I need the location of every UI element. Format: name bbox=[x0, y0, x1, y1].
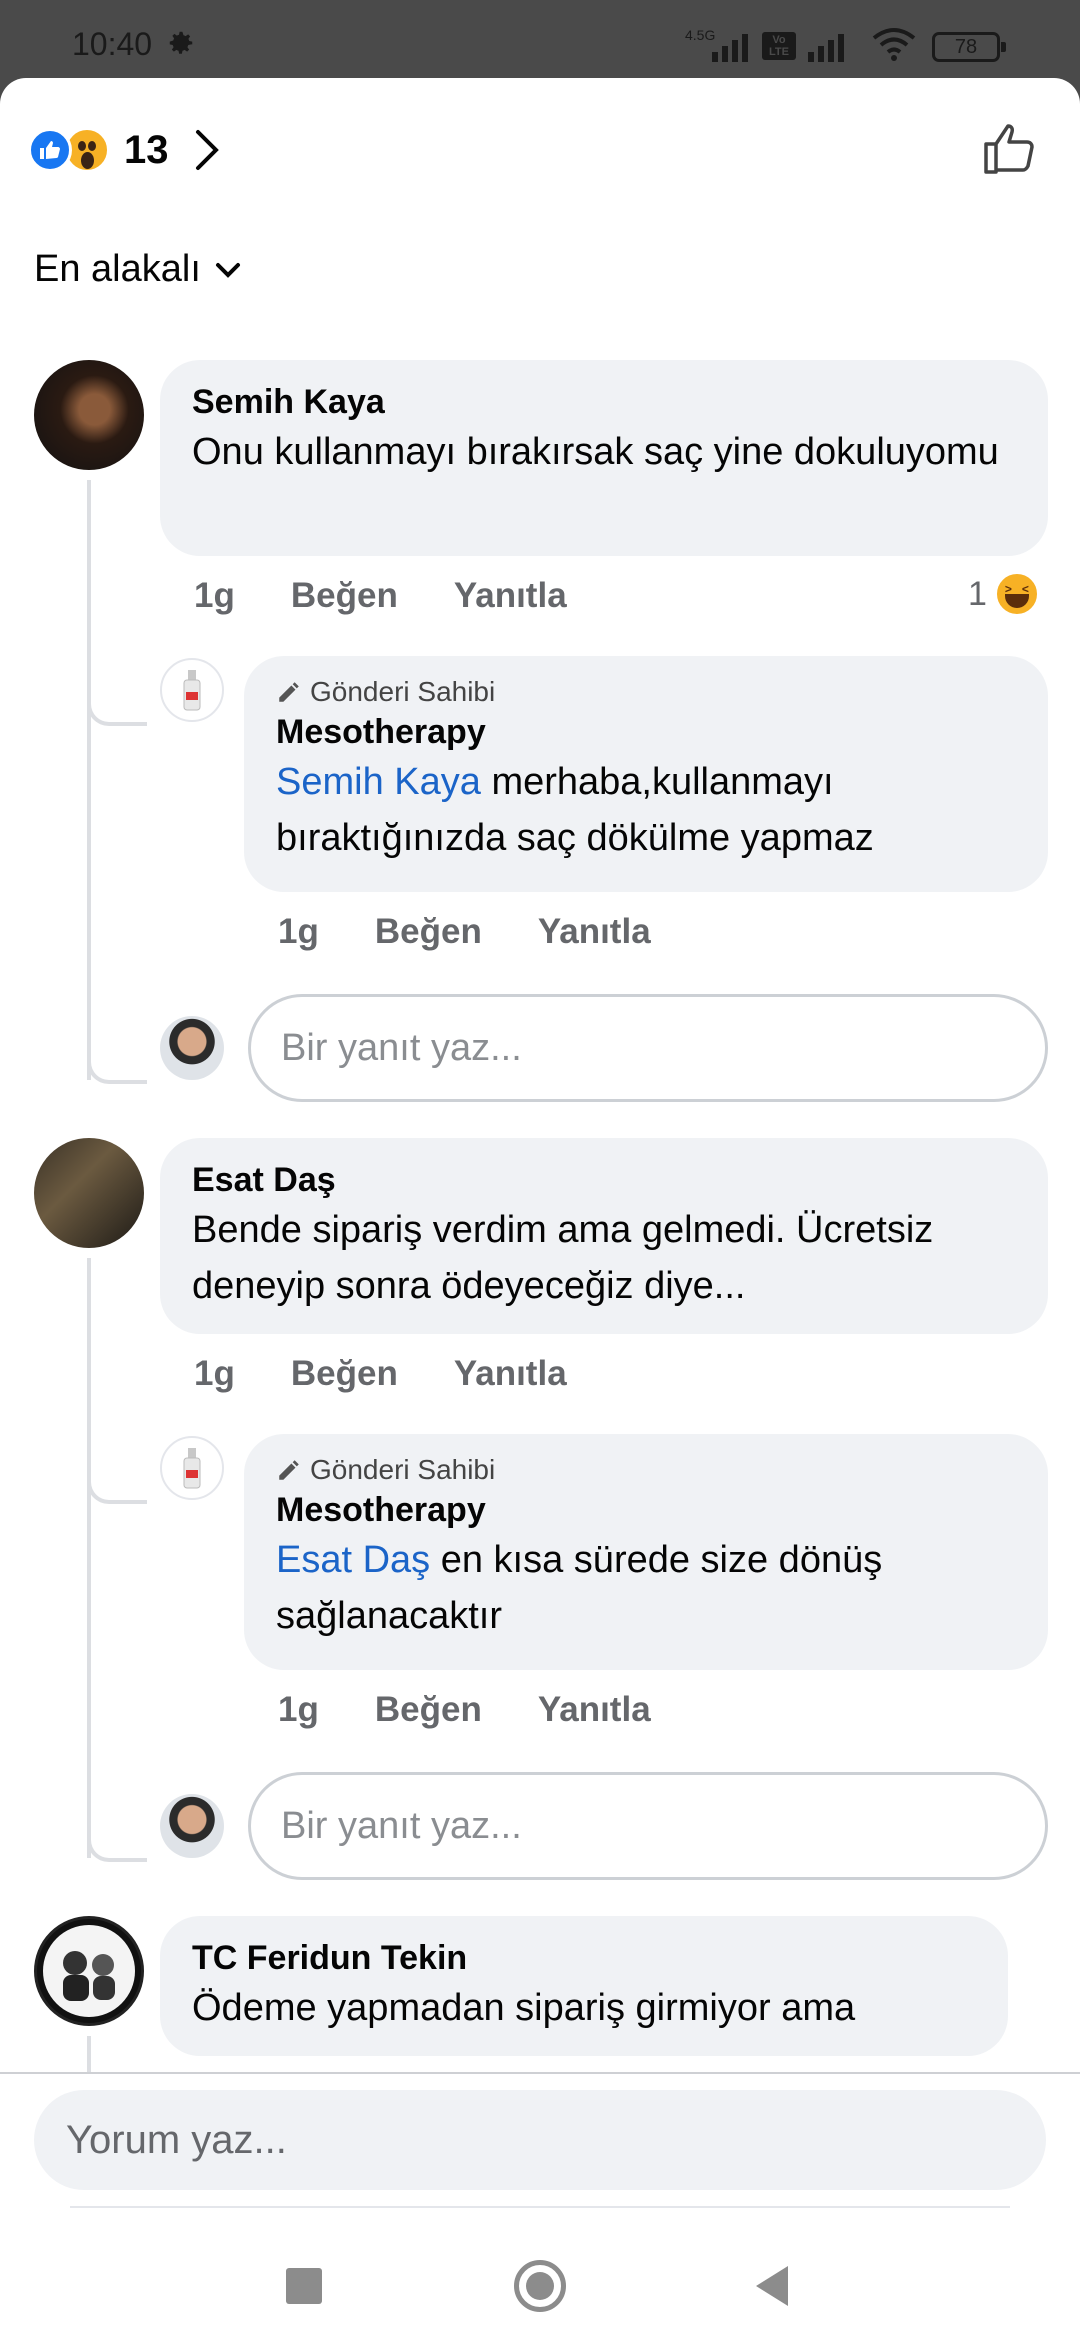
reply-actions: 1g Beğen Yanıtla bbox=[278, 912, 707, 952]
network-type-label: 4.5G bbox=[685, 27, 716, 43]
battery-icon: 78 bbox=[932, 32, 1006, 62]
reply-link[interactable]: Yanıtla bbox=[454, 1354, 567, 1394]
comment-actions: 1g Beğen Yanıtla bbox=[194, 576, 623, 616]
sort-dropdown[interactable]: En alakalı bbox=[34, 248, 241, 291]
avatar[interactable] bbox=[34, 1916, 144, 2026]
comment-author[interactable]: TC Feridun Tekin bbox=[192, 1936, 976, 1980]
owner-badge-label: Gönderi Sahibi bbox=[310, 676, 496, 707]
signal-icon bbox=[808, 30, 844, 62]
reactions-summary[interactable]: 13 bbox=[28, 120, 221, 180]
comment-actions: 1g Beğen Yanıtla bbox=[194, 1354, 623, 1394]
reply-link[interactable]: Yanıtla bbox=[538, 1690, 651, 1730]
reply-bubble[interactable]: Gönderi Sahibi Mesotherapy Esat Daş en k… bbox=[244, 1434, 1048, 1670]
composer-bar: Yorum yaz... bbox=[0, 2072, 1080, 2340]
page-avatar[interactable] bbox=[160, 1436, 224, 1500]
thread-branch bbox=[87, 1816, 147, 1862]
owner-badge: Gönderi Sahibi bbox=[276, 1452, 1016, 1488]
like-link[interactable]: Beğen bbox=[291, 1354, 398, 1394]
reply-input[interactable]: Bir yanıt yaz... bbox=[248, 1772, 1048, 1880]
volte-badge: Vo LTE bbox=[762, 32, 796, 60]
recent-apps-button[interactable] bbox=[286, 2268, 322, 2304]
status-bar: 10:40 4.5G Vo LTE 78 bbox=[0, 0, 1080, 78]
reply-author[interactable]: Mesotherapy bbox=[276, 1488, 1016, 1532]
avatar[interactable] bbox=[34, 360, 144, 470]
comment-text: Ödeme yapmadan sipariş girmiyor ama bbox=[192, 1987, 856, 2029]
gear-icon bbox=[169, 31, 193, 54]
battery-level: 78 bbox=[954, 36, 978, 58]
pencil-icon bbox=[279, 1460, 299, 1480]
reply-text: Semih Kaya merhaba,kullanmayı bıraktığın… bbox=[276, 754, 1016, 866]
thread-branch bbox=[87, 1038, 147, 1084]
comment-input[interactable]: Yorum yaz... bbox=[34, 2090, 1046, 2190]
reply-bubble[interactable]: Gönderi Sahibi Mesotherapy Semih Kaya me… bbox=[244, 656, 1048, 892]
like-outline-button[interactable] bbox=[980, 118, 1040, 178]
comment-bubble[interactable]: Esat Daş Bende sipariş verdim ama gelmed… bbox=[160, 1138, 1048, 1334]
chevron-right-icon bbox=[195, 130, 219, 170]
like-icon bbox=[28, 128, 72, 172]
wifi-icon bbox=[872, 28, 916, 61]
like-link[interactable]: Beğen bbox=[375, 912, 482, 952]
like-link[interactable]: Beğen bbox=[375, 1690, 482, 1730]
page-avatar[interactable] bbox=[160, 658, 224, 722]
haha-icon: > < bbox=[994, 572, 1039, 616]
comment-reactions[interactable]: 1 > < bbox=[968, 572, 1039, 616]
reaction-count: 13 bbox=[124, 127, 169, 172]
comment-bubble[interactable]: Semih Kaya Onu kullanmayı bırakırsak saç… bbox=[160, 360, 1048, 556]
reply-link[interactable]: Yanıtla bbox=[538, 912, 651, 952]
pencil-icon bbox=[279, 682, 299, 702]
comment-author[interactable]: Esat Daş bbox=[192, 1158, 1016, 1202]
mention-link[interactable]: Esat Daş bbox=[276, 1539, 430, 1581]
reply-time: 1g bbox=[278, 912, 319, 951]
back-button[interactable] bbox=[756, 2266, 788, 2306]
owner-badge: Gönderi Sahibi bbox=[276, 674, 1016, 710]
avatar[interactable] bbox=[34, 1138, 144, 1248]
signal-icon bbox=[712, 30, 748, 62]
comments-sheet: 13 En alakalı Semih Kaya Onu kullanmayı … bbox=[0, 78, 1080, 2340]
reply-input[interactable]: Bir yanıt yaz... bbox=[248, 994, 1048, 1102]
reply-text: Esat Daş en kısa sürede size dönüş sağla… bbox=[276, 1532, 1016, 1644]
reply-actions: 1g Beğen Yanıtla bbox=[278, 1690, 707, 1730]
chevron-down-icon bbox=[215, 262, 240, 278]
user-avatar bbox=[160, 1016, 224, 1080]
reply-author[interactable]: Mesotherapy bbox=[276, 710, 1016, 754]
divider bbox=[70, 2206, 1010, 2208]
comment-reaction-count: 1 bbox=[968, 574, 987, 613]
thread-branch bbox=[87, 1458, 147, 1504]
thread-branch bbox=[87, 680, 147, 726]
comment-author[interactable]: Semih Kaya bbox=[192, 380, 1016, 424]
thread-line bbox=[87, 480, 91, 1080]
clock: 10:40 bbox=[72, 26, 153, 62]
user-avatar bbox=[160, 1794, 224, 1858]
owner-badge-label: Gönderi Sahibi bbox=[310, 1454, 496, 1485]
thread-line bbox=[87, 1258, 91, 1858]
reply-time: 1g bbox=[278, 1690, 319, 1729]
comment-text: Onu kullanmayı bırakırsak saç yine dokul… bbox=[192, 431, 999, 473]
home-button[interactable] bbox=[514, 2260, 566, 2312]
comment-time: 1g bbox=[194, 576, 235, 615]
reply-link[interactable]: Yanıtla bbox=[454, 576, 567, 616]
comment-bubble[interactable]: TC Feridun Tekin Ödeme yapmadan sipariş … bbox=[160, 1916, 1008, 2056]
comment-time: 1g bbox=[194, 1354, 235, 1393]
thread-line bbox=[87, 2036, 91, 2076]
like-link[interactable]: Beğen bbox=[291, 576, 398, 616]
comment-text: Bende sipariş verdim ama gelmedi. Ücrets… bbox=[192, 1209, 934, 1307]
mention-link[interactable]: Semih Kaya bbox=[276, 761, 481, 803]
sort-label: En alakalı bbox=[34, 248, 201, 290]
